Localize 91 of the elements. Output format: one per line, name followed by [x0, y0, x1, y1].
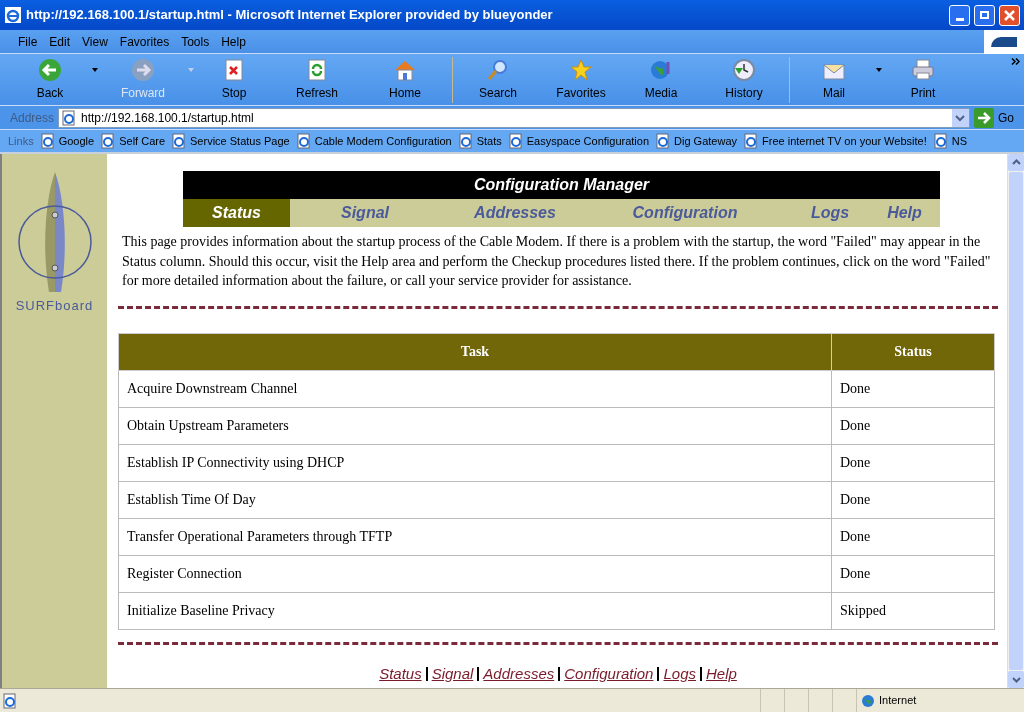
column-header: Status [831, 333, 995, 370]
toolbar-button[interactable]: Mail [792, 57, 876, 102]
footer-link[interactable]: Status [379, 662, 422, 685]
toolbar-button[interactable]: Print [882, 57, 964, 102]
link-button[interactable]: Stats [457, 132, 502, 150]
links-label: Links [8, 133, 34, 149]
link-button[interactable]: Free internet TV on your Website! [743, 132, 927, 150]
column-header: Task [118, 333, 832, 370]
globe-icon [861, 693, 875, 708]
footer-link[interactable]: Configuration [564, 662, 654, 685]
table-cell: Establish IP Connectivity using DHCP [118, 444, 832, 481]
page-icon [39, 133, 56, 149]
footer-link[interactable]: Help [706, 662, 737, 685]
page-icon [2, 692, 18, 709]
page-icon [61, 109, 77, 126]
page-icon [171, 133, 188, 149]
table-cell: Register Connection [118, 555, 832, 592]
clock-icon [732, 57, 756, 82]
toolbar-button[interactable]: Search [455, 57, 541, 102]
table-cell: Transfer Operational Parameters through TFTP [118, 518, 832, 555]
page-header: Configuration Manager [183, 171, 940, 199]
close-button[interactable] [999, 4, 1020, 26]
nav-tab[interactable]: Logs [780, 199, 880, 227]
menu-item[interactable]: Edit [43, 32, 77, 51]
chevron-icon[interactable] [1011, 58, 1020, 65]
nav-tab[interactable]: Configuration [590, 199, 780, 227]
window-title: http://192.168.100.1/startup.html - Microsoft Internet Explorer provided by blueyonder [26, 6, 554, 25]
page-icon [655, 133, 672, 149]
toolbar-button[interactable]: Favorites [541, 57, 621, 102]
scrollbar[interactable] [1007, 154, 1024, 688]
link-button[interactable]: Service Status Page [171, 132, 290, 150]
link-button[interactable]: NS [932, 132, 967, 150]
menu-item[interactable]: Tools [175, 32, 216, 51]
toolbar-button[interactable]: Media [621, 57, 701, 102]
menu-item[interactable]: Favorites [113, 32, 176, 51]
nav-tab[interactable]: Addresses [440, 199, 590, 227]
page-icon [457, 133, 474, 149]
dropdown-caret-icon[interactable] [876, 67, 882, 72]
restore-button[interactable] [974, 4, 995, 26]
page-icon [295, 133, 312, 149]
link-button[interactable]: Google [39, 132, 95, 150]
dropdown-caret-icon[interactable] [92, 67, 98, 72]
refresh-page-icon [305, 57, 329, 82]
security-zone-label: Internet [879, 693, 917, 709]
link-button[interactable]: Easyspace Configuration [507, 132, 650, 150]
go-button[interactable]: Go [998, 108, 1014, 127]
link-button[interactable]: Dig Gateway [655, 132, 738, 150]
address-label: Address [9, 109, 54, 127]
page-icon [507, 133, 524, 149]
table-cell: Establish Time Of Day [118, 481, 832, 518]
minimize-button[interactable] [949, 4, 970, 26]
nav-tab[interactable]: Signal [290, 199, 440, 227]
browser-icon [4, 6, 22, 24]
table-cell: Done [831, 407, 995, 444]
toolbar-button[interactable]: Stop [194, 57, 274, 102]
table-cell: Done [831, 370, 995, 407]
table-cell: Skipped [831, 592, 995, 629]
surfboard-logo-text: SURFboard [15, 297, 94, 315]
table-cell: Acquire Downstream Channel [118, 370, 832, 407]
dropdown-icon[interactable] [952, 108, 969, 127]
star-icon [569, 57, 593, 82]
toolbar-button[interactable]: History [701, 57, 787, 102]
footer-link[interactable]: Addresses [483, 662, 555, 685]
search-icon [486, 57, 510, 82]
table-cell: Done [831, 444, 995, 481]
intro-paragraph: This page provides information about the startup process of the Cable Modem. If there is a problem with the startup, the word "Failed" may appear in the Status column. Should this occur, visit the Help area and perform the Checkup procedures listed there. If the problem continues, click on the word "Failed" for more detailed information about the failure, or call your service provider for assistance. [121, 233, 992, 290]
toolbar-button[interactable]: Refresh [274, 57, 360, 102]
table-cell: Done [831, 555, 995, 592]
toolbar-button[interactable]: Home [360, 57, 450, 102]
address-field[interactable]: http://192.168.100.1/startup.html [58, 107, 970, 128]
table-cell: Done [831, 481, 995, 518]
link-button[interactable]: Self Care [100, 132, 166, 150]
windows-logo-panel [984, 29, 1024, 54]
page-icon [932, 133, 949, 149]
page-icon [100, 133, 117, 149]
nav-tab[interactable]: Help [880, 199, 929, 227]
menu-item[interactable]: Help [215, 32, 252, 51]
footer-link[interactable]: Logs [663, 662, 696, 685]
nav-tab[interactable]: Status [183, 199, 290, 227]
menu-item[interactable]: View [76, 32, 114, 51]
menu-item[interactable]: File [12, 32, 44, 51]
link-button[interactable]: Cable Modem Configuration [295, 132, 452, 150]
toolbar-button[interactable]: Back [8, 57, 92, 102]
close-icon [1004, 9, 1015, 21]
table-cell: Initialize Baseline Privacy [118, 592, 832, 629]
footer-link[interactable]: Signal [431, 662, 474, 685]
table-cell: Done [831, 518, 995, 555]
table-cell: Obtain Upstream Parameters [118, 407, 832, 444]
stop-page-icon [222, 57, 246, 82]
page-icon [743, 133, 760, 149]
printer-icon [911, 57, 935, 82]
